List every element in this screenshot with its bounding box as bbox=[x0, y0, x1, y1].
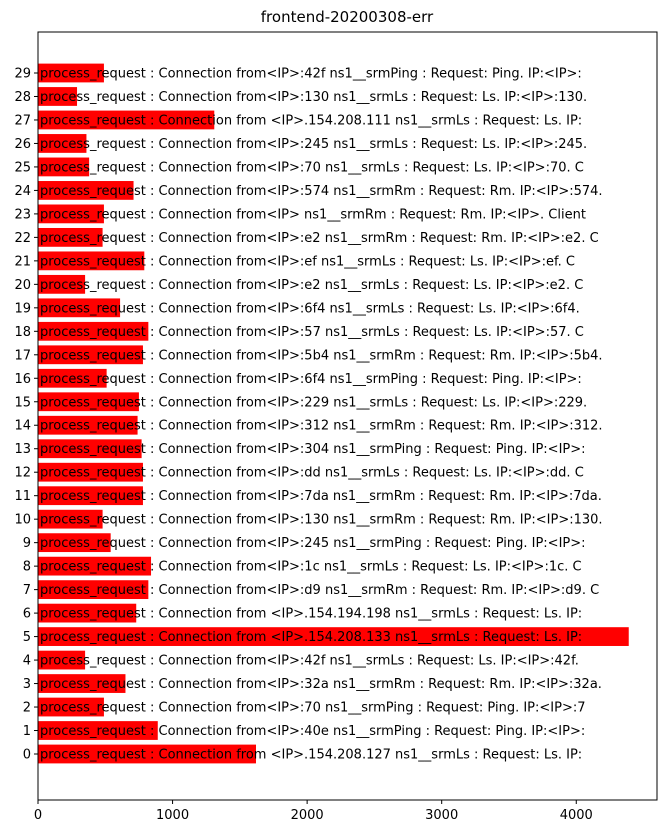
bar-label-8: process_request : Connection from<IP>:1c… bbox=[40, 560, 582, 575]
y-tick-label: 22 bbox=[14, 231, 31, 246]
y-tick-label: 1 bbox=[23, 724, 31, 739]
y-tick-label: 10 bbox=[14, 513, 31, 528]
bar-label-29: process_request : Connection from<IP>:42… bbox=[40, 67, 582, 82]
y-tick-label: 3 bbox=[23, 677, 31, 692]
y-tick-label: 9 bbox=[23, 536, 31, 551]
y-tick-label: 23 bbox=[14, 207, 31, 222]
bar-label-7: process_request : Connection from<IP>:d9… bbox=[40, 583, 599, 598]
bar-label-23: process_request : Connection from<IP> ns… bbox=[40, 207, 586, 222]
y-tick-label: 20 bbox=[14, 278, 31, 293]
y-axis: 0123456789101112131415161718192021222324… bbox=[14, 67, 38, 763]
y-tick-label: 25 bbox=[14, 160, 31, 175]
x-tick-label: 1000 bbox=[156, 808, 189, 823]
bar-labels-group: process_request : Connection from <IP>.1… bbox=[40, 67, 603, 763]
x-tick-label: 3000 bbox=[425, 808, 458, 823]
bar-label-22: process_request : Connection from<IP>:e2… bbox=[40, 231, 599, 246]
chart-title: frontend-20200308-err bbox=[261, 8, 434, 26]
bar-chart: frontend-20200308-err process_request : … bbox=[14, 8, 658, 823]
bar-label-16: process_request : Connection from<IP>:6f… bbox=[40, 372, 582, 387]
bar-label-15: process_request : Connection from<IP>:22… bbox=[40, 395, 587, 410]
y-tick-label: 17 bbox=[14, 348, 31, 363]
y-tick-label: 21 bbox=[14, 254, 31, 269]
y-tick-label: 0 bbox=[23, 748, 31, 763]
y-tick-label: 27 bbox=[14, 113, 31, 128]
x-tick-label: 4000 bbox=[560, 808, 593, 823]
bar-label-20: process_request : Connection from<IP>:e2… bbox=[40, 278, 583, 293]
y-tick-label: 6 bbox=[23, 607, 31, 622]
bar-label-18: process_request : Connection from<IP>:57… bbox=[40, 325, 584, 340]
bar-label-28: process_request : Connection from<IP>:13… bbox=[40, 90, 587, 105]
bar-label-26: process_request : Connection from<IP>:24… bbox=[40, 137, 587, 152]
bar-label-9: process_request : Connection from<IP>:24… bbox=[40, 536, 586, 551]
y-tick-label: 13 bbox=[14, 442, 31, 457]
bar-label-1: process_request : Connection from<IP>:40… bbox=[40, 724, 585, 739]
bar-label-0: process_request : Connection from <IP>.1… bbox=[40, 748, 582, 763]
bar-label-12: process_request : Connection from<IP>:dd… bbox=[40, 466, 584, 481]
bar-label-2: process_request : Connection from<IP>:70… bbox=[40, 701, 586, 716]
bar-label-3: process_request : Connection from<IP>:32… bbox=[40, 677, 602, 692]
y-tick-label: 19 bbox=[14, 301, 31, 316]
y-tick-label: 16 bbox=[14, 372, 31, 387]
bar-label-14: process_request : Connection from<IP>:31… bbox=[40, 419, 603, 434]
y-tick-label: 4 bbox=[23, 654, 31, 669]
x-tick-label: 0 bbox=[34, 808, 42, 823]
bar-label-4: process_request : Connection from<IP>:42… bbox=[40, 654, 579, 669]
y-tick-label: 2 bbox=[23, 701, 31, 716]
y-tick-label: 26 bbox=[14, 137, 31, 152]
y-tick-label: 12 bbox=[14, 466, 31, 481]
y-tick-label: 29 bbox=[14, 67, 31, 82]
y-tick-label: 11 bbox=[14, 489, 31, 504]
y-tick-label: 18 bbox=[14, 325, 31, 340]
x-tick-label: 2000 bbox=[291, 808, 324, 823]
y-tick-label: 7 bbox=[23, 583, 31, 598]
y-tick-label: 5 bbox=[23, 630, 31, 645]
y-tick-label: 24 bbox=[14, 184, 31, 199]
y-tick-label: 8 bbox=[23, 560, 31, 575]
y-tick-label: 14 bbox=[14, 419, 31, 434]
bar-label-17: process_request : Connection from<IP>:5b… bbox=[40, 348, 603, 363]
bar-label-5: process_request : Connection from <IP>.1… bbox=[40, 630, 582, 645]
bar-label-19: process_request : Connection from<IP>:6f… bbox=[40, 301, 580, 316]
bar-label-11: process_request : Connection from<IP>:7d… bbox=[40, 489, 602, 504]
bar-label-6: process_request : Connection from <IP>.1… bbox=[40, 607, 582, 622]
bar-label-13: process_request : Connection from<IP>:30… bbox=[40, 442, 586, 457]
bar-label-10: process_request : Connection from<IP>:13… bbox=[40, 513, 603, 528]
y-tick-label: 15 bbox=[14, 395, 31, 410]
bar-label-21: process_request : Connection from<IP>:ef… bbox=[40, 254, 575, 269]
y-tick-label: 28 bbox=[14, 90, 31, 105]
bar-label-25: process_request : Connection from<IP>:70… bbox=[40, 160, 584, 175]
bar-label-27: process_request : Connection from <IP>.1… bbox=[40, 113, 582, 128]
x-axis: 0 1000 2000 3000 4000 bbox=[34, 800, 593, 823]
bar-label-24: process_request : Connection from<IP>:57… bbox=[40, 184, 603, 199]
